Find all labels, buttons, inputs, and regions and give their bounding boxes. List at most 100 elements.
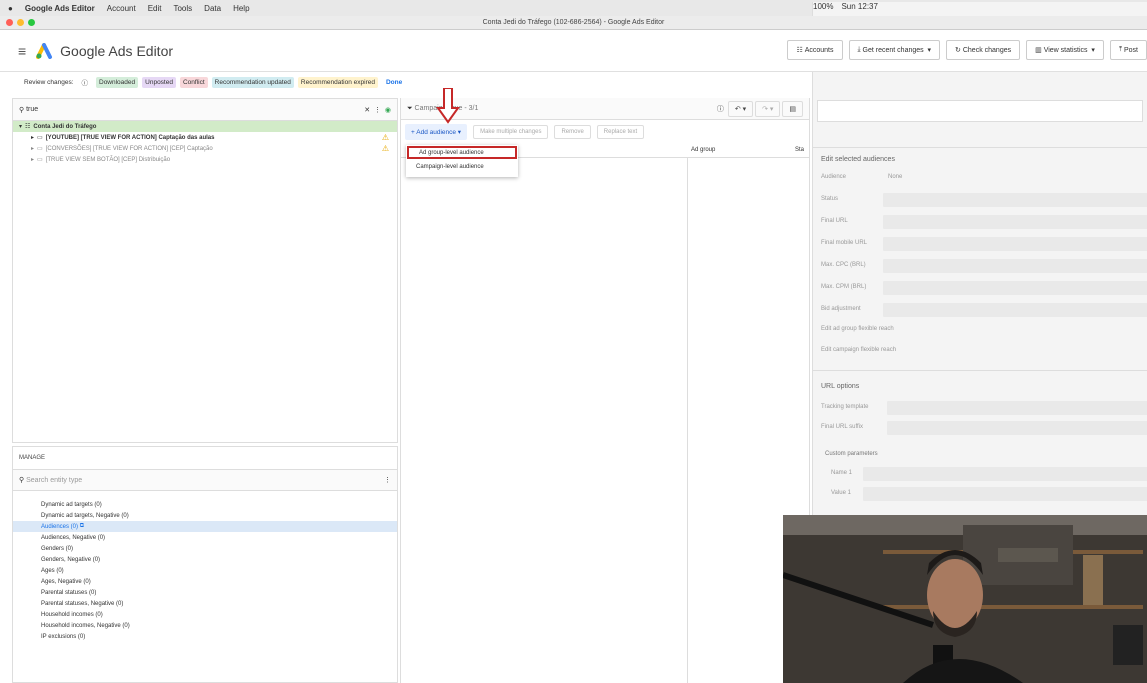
tree-campaign-row[interactable]: ▸ ▭ [YOUTUBE] [TRUE VIEW FOR ACTION] Capta… — [13, 132, 397, 143]
final-mobile-url-field[interactable] — [883, 237, 1147, 251]
list-item-audiences[interactable]: Audiences (0) ⧉ — [13, 521, 397, 532]
campaign-icon: ▭ — [37, 146, 43, 152]
google-ads-logo — [36, 42, 53, 59]
list-item[interactable]: Ages (0) — [13, 565, 397, 576]
edit-ad-group-flexible-reach-link[interactable]: Edit ad group flexible reach — [821, 326, 894, 332]
remove-button[interactable]: Remove — [554, 125, 591, 139]
post-button[interactable]: ⤒ Post — [1109, 40, 1147, 60]
divider — [813, 370, 1147, 371]
menubar-data[interactable]: Data — [204, 4, 221, 13]
warning-icon: ⚠ — [381, 144, 389, 153]
tree-campaign-row[interactable]: ▸ ▭ [CONVERSÕES] [TRUE VIEW FOR ACTION] [C… — [13, 143, 397, 154]
field-label: Final URL suffix — [821, 424, 864, 430]
view-statistics-button[interactable]: ▥ View statistics ▾ — [1026, 40, 1104, 60]
refresh-tree-icon[interactable]: ◉ — [385, 106, 391, 114]
red-arrow-annotation — [436, 88, 460, 124]
column-divider — [687, 158, 688, 683]
list-item[interactable]: Dynamic ad targets, Negative (0) — [13, 510, 397, 521]
manage-label: MANAGE — [19, 455, 46, 461]
add-audience-dropdown: Ad group-level audience Campaign-level a… — [406, 145, 518, 177]
more-vert-icon[interactable]: ⋮ — [374, 106, 385, 114]
menu-item-campaign-audience[interactable]: Campaign-level audience — [406, 160, 518, 173]
column-ad-group[interactable]: Ad group — [691, 147, 715, 153]
field-label: Tracking template — [821, 404, 869, 410]
entity-type-list: Dynamic ad targets (0) Dynamic ad target… — [13, 499, 397, 642]
more-vert-icon[interactable]: ⋮ — [384, 476, 391, 484]
accounts-button[interactable]: ☷ Accounts — [787, 40, 843, 60]
param-name-field[interactable] — [863, 467, 1147, 481]
check-changes-button[interactable]: ↻ Check changes — [946, 40, 1021, 60]
help-icon[interactable]: ⓘ — [717, 104, 728, 114]
list-item[interactable]: Ages, Negative (0) — [13, 576, 397, 587]
edit-campaign-flexible-reach-link[interactable]: Edit campaign flexible reach — [821, 347, 896, 353]
menubar-edit[interactable]: Edit — [148, 4, 162, 13]
tracking-template-field[interactable] — [887, 401, 1147, 415]
field-label: Max. CPC (BRL) — [821, 262, 866, 268]
account-icon: ☷ — [25, 124, 31, 130]
chip-downloaded[interactable]: Downloaded — [96, 76, 139, 88]
apple-icon[interactable]: ● — [8, 4, 13, 13]
make-multiple-changes-button[interactable]: Make multiple changes — [473, 125, 549, 139]
chip-conflict[interactable]: Conflict — [179, 76, 208, 88]
max-cpc-field[interactable] — [883, 259, 1147, 273]
campaign-icon: ▭ — [37, 135, 43, 141]
add-audience-button[interactable]: + Add audience ▾ — [405, 124, 468, 140]
tree-campaign-row[interactable]: ▸ ▭ [TRUE VIEW SEM BOTÃO] [CEP] Distribuiç… — [13, 154, 397, 165]
close-window-button[interactable] — [6, 19, 13, 26]
campaign-tree: ▾ ☷ Conta Jedi do Tráfego ▸ ▭ [YOUTUBE] [TRU… — [13, 121, 397, 165]
columns-icon[interactable]: ▤ — [782, 100, 803, 117]
list-item[interactable]: Parental statuses (0) — [13, 587, 397, 598]
search-icon: ⚲ — [19, 106, 27, 114]
max-cpm-field[interactable] — [883, 281, 1147, 295]
data-grid-panel: ⏷ Campaign: true - 3/1 ⓘ ↶ ▾ ↷ ▾ ▤ + Add… — [400, 98, 810, 683]
menubar-app-name[interactable]: Google Ads Editor — [25, 4, 95, 13]
clear-icon[interactable]: ✕ — [364, 106, 374, 114]
tree-search-bar: ⚲ true ✕ ⋮ ◉ — [13, 99, 397, 121]
hamburger-menu-icon[interactable]: ≡ — [18, 43, 26, 59]
list-item[interactable]: Parental statuses, Negative (0) — [13, 598, 397, 609]
entity-search-input[interactable]: Search entity type — [26, 477, 384, 484]
done-button[interactable]: Done — [386, 79, 402, 86]
menu-item-ad-group-audience[interactable]: Ad group-level audience — [407, 146, 517, 159]
param-value-field[interactable] — [863, 487, 1147, 501]
list-item[interactable]: Audiences, Negative (0) — [13, 532, 397, 543]
final-url-suffix-field[interactable] — [887, 421, 1147, 435]
bid-adjustment-field[interactable] — [883, 303, 1147, 317]
replace-text-button[interactable]: Replace text — [596, 125, 645, 139]
review-changes-label: Review changes: — [24, 78, 74, 86]
open-icon[interactable]: ⧉ — [80, 523, 84, 530]
minimize-window-button[interactable] — [17, 19, 24, 26]
undo-button[interactable]: ↶ ▾ — [727, 100, 754, 117]
presenter-video — [783, 515, 1147, 683]
edit-panel-search[interactable] — [817, 100, 1143, 122]
window-title: Conta Jedi do Tráfego (102-686-2564) - G… — [482, 19, 665, 26]
chip-recommendation-updated[interactable]: Recommendation updated — [211, 76, 294, 88]
column-status[interactable]: Sta — [795, 147, 804, 153]
status-field[interactable] — [883, 193, 1147, 207]
redo-button[interactable]: ↷ ▾ — [755, 100, 781, 117]
list-item[interactable]: Genders (0) — [13, 543, 397, 554]
final-url-field[interactable] — [883, 215, 1147, 229]
list-item[interactable]: Genders, Negative (0) — [13, 554, 397, 565]
edit-panel-title: Edit selected audiences — [821, 156, 895, 163]
list-item[interactable]: IP exclusions (0) — [13, 631, 397, 642]
get-recent-changes-button[interactable]: ⤓ Get recent changes ▾ — [848, 40, 941, 60]
help-icon[interactable]: ⓘ — [82, 77, 89, 87]
list-item[interactable]: Dynamic ad targets (0) — [13, 499, 397, 510]
statistics-icon: ▥ — [1035, 47, 1044, 54]
menubar-account[interactable]: Account — [107, 4, 136, 13]
menubar-tools[interactable]: Tools — [173, 4, 192, 13]
audience-value[interactable]: None — [888, 174, 902, 180]
field-label: Value 1 — [831, 490, 851, 496]
chip-unposted[interactable]: Unposted — [142, 76, 176, 88]
chip-recommendation-expired[interactable]: Recommendation expired — [297, 76, 378, 88]
list-item[interactable]: Household incomes, Negative (0) — [13, 620, 397, 631]
zoom-window-button[interactable] — [28, 19, 35, 26]
filter-icon[interactable]: ⏷ — [407, 105, 415, 113]
list-item[interactable]: Household incomes (0) — [13, 609, 397, 620]
field-label: Final URL — [821, 218, 848, 224]
menubar-help[interactable]: Help — [233, 4, 249, 13]
tree-search-input[interactable]: true — [26, 106, 364, 113]
accounts-icon: ☷ — [796, 47, 805, 54]
tree-account-row[interactable]: ▾ ☷ Conta Jedi do Tráfego — [13, 121, 397, 132]
